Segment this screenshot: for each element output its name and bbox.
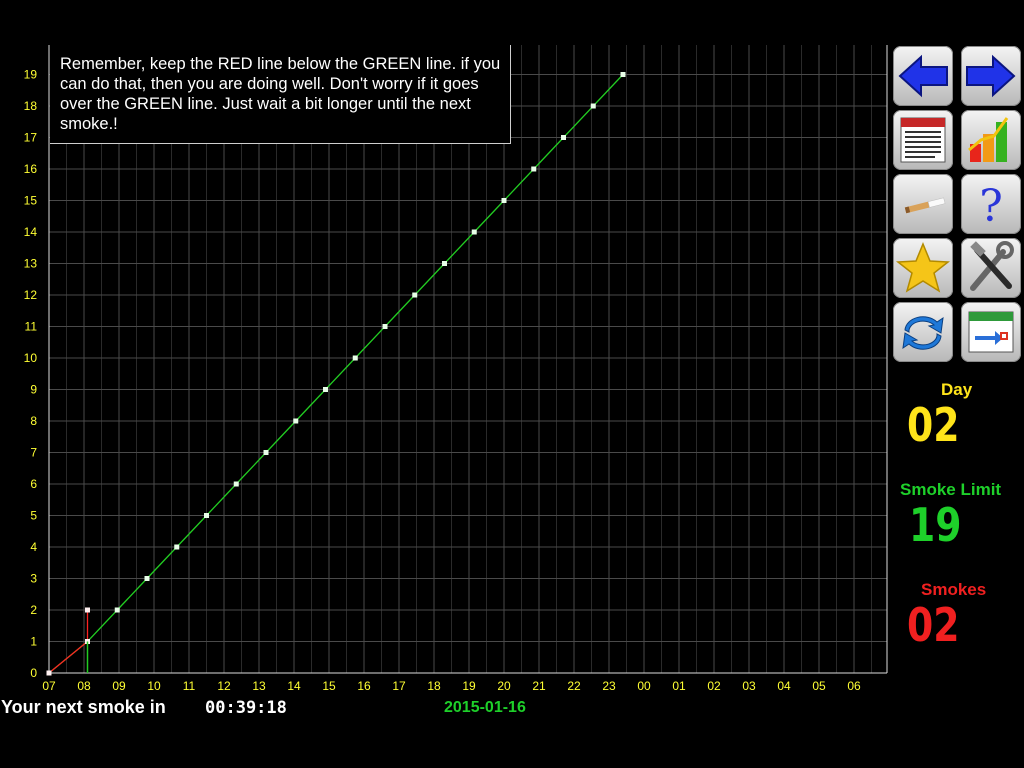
x-tick-label: 20 <box>497 679 511 693</box>
limit-point <box>412 292 418 298</box>
limit-point <box>233 481 239 487</box>
calendar-icon <box>900 117 946 163</box>
back-arrow-icon <box>898 54 948 98</box>
x-tick-label: 05 <box>812 679 826 693</box>
help-icon: ? <box>979 181 1003 232</box>
x-tick-label: 16 <box>357 679 371 693</box>
calendar-button[interactable] <box>893 110 953 170</box>
y-tick-label: 5 <box>30 509 37 523</box>
forward-arrow-icon <box>966 54 1016 98</box>
limit-point <box>323 387 328 392</box>
refresh-button[interactable] <box>893 302 953 362</box>
x-tick-label: 19 <box>462 679 476 693</box>
y-tick-label: 11 <box>25 320 38 334</box>
smoke-point <box>46 670 52 676</box>
x-tick-label: 04 <box>777 679 791 693</box>
limit-point <box>174 544 180 550</box>
x-tick-label: 12 <box>217 679 231 693</box>
smoke-limit-label: Smoke Limit <box>900 480 1002 499</box>
day-label: Day <box>941 380 973 399</box>
limit-point <box>114 607 120 613</box>
x-tick-label: 15 <box>322 679 336 693</box>
x-tick-label: 08 <box>77 679 91 693</box>
refresh-icon <box>902 316 944 350</box>
limit-point <box>590 103 596 109</box>
svg-text:?: ? <box>979 181 1003 232</box>
cigarette-icon <box>904 197 946 214</box>
smoke-point <box>85 607 90 613</box>
y-tick-label: 4 <box>30 540 37 554</box>
smoke-button[interactable] <box>893 174 953 234</box>
x-tick-label: 10 <box>147 679 161 693</box>
x-tick-label: 01 <box>672 679 686 693</box>
limit-point <box>471 229 477 235</box>
y-tick-label: 14 <box>24 225 38 239</box>
y-tick-label: 15 <box>24 194 38 208</box>
y-tick-label: 1 <box>30 635 37 649</box>
schedule-button[interactable] <box>961 302 1021 362</box>
favorite-button[interactable] <box>893 238 953 298</box>
statistics-button[interactable] <box>961 110 1021 170</box>
y-tick-label: 3 <box>30 572 37 586</box>
y-tick-label: 17 <box>24 131 38 145</box>
limit-point <box>531 166 537 172</box>
tools-icon <box>970 241 1014 291</box>
y-tick-label: 7 <box>30 446 37 460</box>
day-value: 02 <box>907 398 960 452</box>
y-tick-label: 9 <box>30 383 37 397</box>
x-tick-label: 18 <box>427 679 441 693</box>
limit-point <box>293 418 299 424</box>
schedule-icon <box>968 311 1014 353</box>
x-tick-label: 06 <box>847 679 861 693</box>
limit-point <box>263 450 269 455</box>
y-tick-label: 18 <box>24 99 38 113</box>
x-tick-label: 02 <box>707 679 721 693</box>
x-tick-label: 17 <box>392 679 406 693</box>
limit-point <box>501 198 507 203</box>
x-tick-label: 22 <box>567 679 581 693</box>
next-smoke-label: Your next smoke in <box>1 697 166 717</box>
limit-point <box>442 261 447 266</box>
limit-point <box>620 72 626 77</box>
x-tick-label: 03 <box>742 679 756 693</box>
favorite-star-icon <box>895 242 951 293</box>
x-tick-label: 09 <box>112 679 126 693</box>
help-button[interactable]: ? <box>961 174 1021 234</box>
x-tick-label: 13 <box>252 679 266 693</box>
back-button[interactable] <box>893 46 953 106</box>
y-tick-label: 13 <box>24 257 38 271</box>
y-tick-label: 0 <box>30 666 37 680</box>
y-tick-label: 12 <box>24 288 38 302</box>
x-tick-label: 07 <box>42 679 56 693</box>
limit-point <box>144 576 150 581</box>
x-tick-label: 00 <box>637 679 651 693</box>
y-tick-label: 8 <box>30 414 37 428</box>
x-tick-label: 11 <box>183 679 196 693</box>
countdown-timer: 00:39:18 <box>205 698 287 718</box>
y-tick-label: 16 <box>24 162 38 176</box>
y-tick-label: 6 <box>30 477 37 491</box>
y-tick-label: 10 <box>24 351 38 365</box>
x-tick-label: 14 <box>287 679 301 693</box>
smoke-limit-value: 19 <box>909 498 962 552</box>
x-tick-label: 21 <box>532 679 546 693</box>
y-tick-label: 2 <box>30 603 37 617</box>
limit-line <box>48 74 624 674</box>
forward-button[interactable] <box>961 46 1021 106</box>
limit-point <box>352 355 358 361</box>
smokes-value: 02 <box>907 598 960 652</box>
y-tick-label: 19 <box>24 68 38 82</box>
settings-button[interactable] <box>961 238 1021 298</box>
smokes-label: Smokes <box>921 580 987 599</box>
current-date: 2015-01-16 <box>444 699 526 716</box>
limit-point <box>382 324 388 329</box>
limit-point <box>204 513 209 518</box>
reminder-note: Remember, keep the RED line below the GR… <box>50 45 511 144</box>
x-tick-label: 23 <box>602 679 616 693</box>
limit-point <box>561 135 566 140</box>
bar-chart-icon <box>968 117 1009 162</box>
